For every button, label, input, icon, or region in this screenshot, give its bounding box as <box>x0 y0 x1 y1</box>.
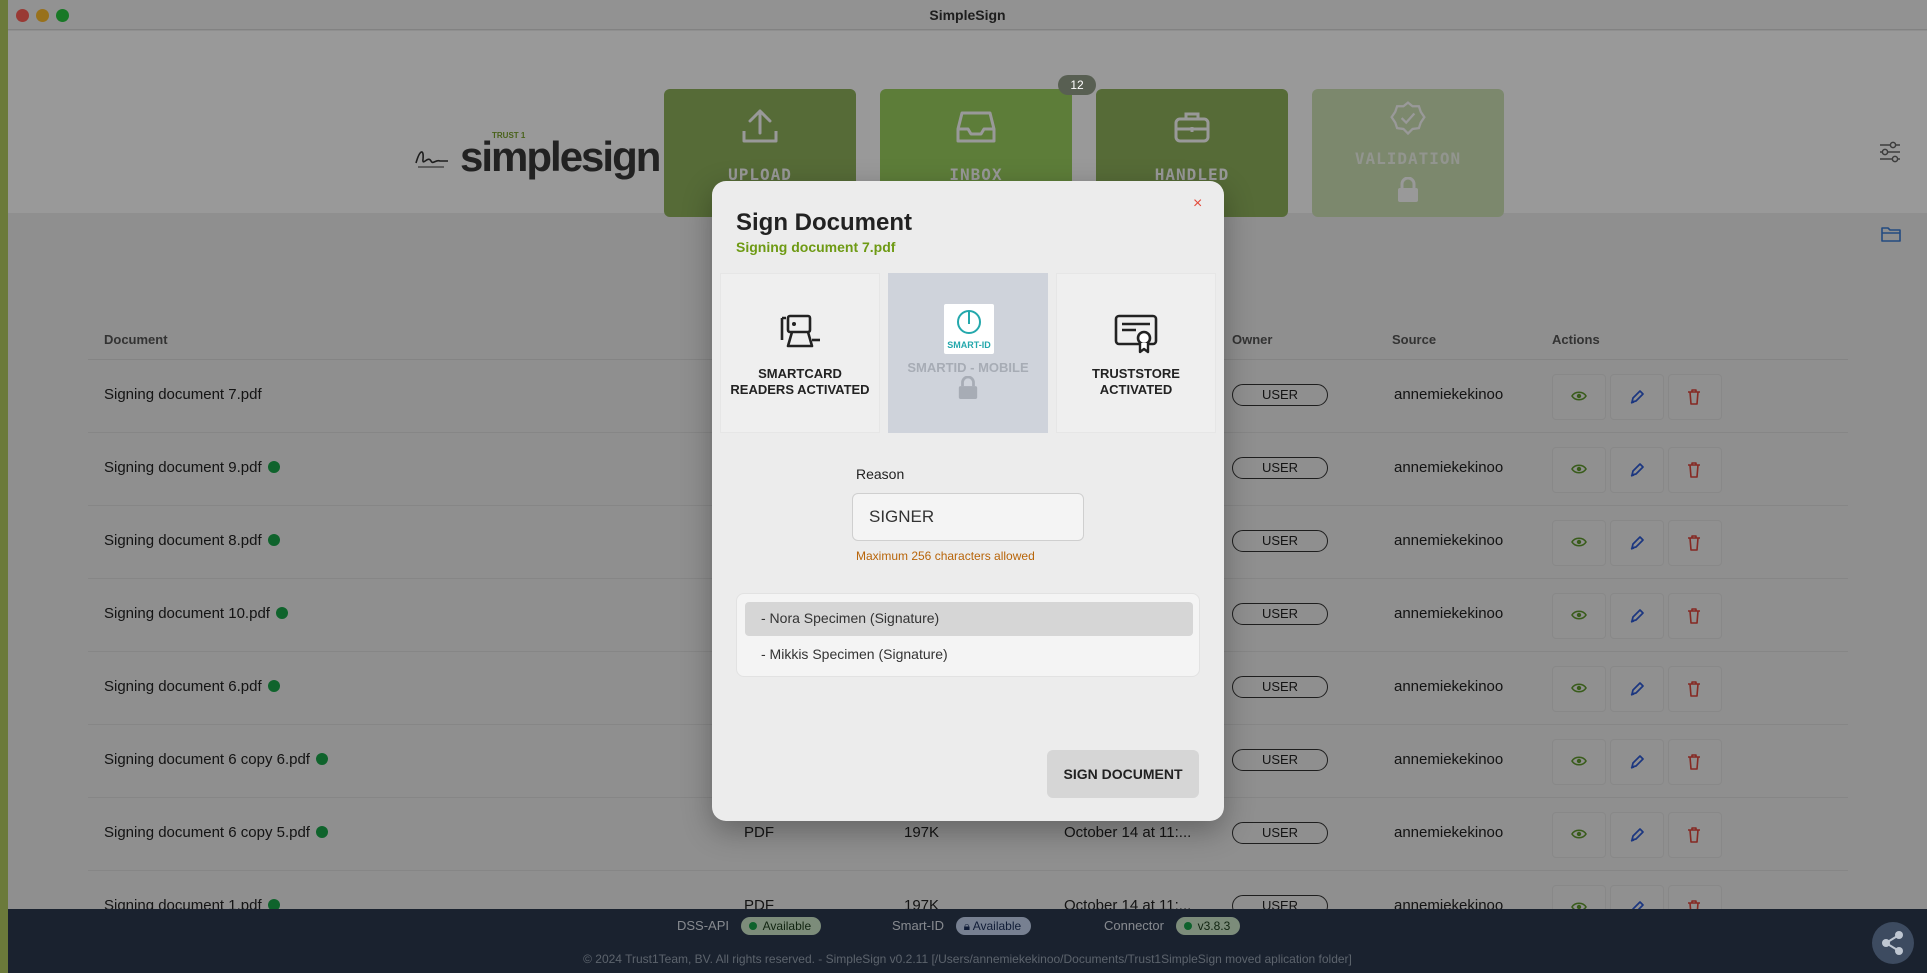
option-smartcard[interactable]: SMARTCARD READERS ACTIVATED <box>720 273 880 433</box>
certificate-icon <box>1057 312 1215 359</box>
share-icon <box>1882 931 1903 955</box>
smartcard-reader-icon <box>721 312 879 357</box>
share-button[interactable] <box>1872 922 1914 964</box>
reason-label: Reason <box>856 466 905 482</box>
option-smartcard-label: SMARTCARD READERS ACTIVATED <box>730 366 870 397</box>
close-icon[interactable]: × <box>1193 195 1202 213</box>
dialog-title: Sign Document <box>736 209 913 236</box>
smartid-logo: SMART-ID <box>944 304 994 354</box>
sign-document-button[interactable]: SIGN DOCUMENT <box>1047 750 1199 798</box>
reason-hint: Maximum 256 characters allowed <box>856 549 1035 563</box>
option-truststore-label: TRUSTSTORE ACTIVATED <box>1092 366 1180 397</box>
option-smartid[interactable]: SMART-ID SMARTID - MOBILE <box>888 273 1048 433</box>
sign-document-dialog: × Sign Document Signing document 7.pdf S… <box>712 181 1224 821</box>
reason-input[interactable] <box>852 493 1084 541</box>
certificate-item-mikkis[interactable]: - Mikkis Specimen (Signature) <box>745 638 1193 672</box>
option-smartid-label: SMARTID - MOBILE <box>907 360 1029 375</box>
lock-icon <box>889 375 1047 405</box>
certificate-list: - Nora Specimen (Signature) - Mikkis Spe… <box>736 593 1200 677</box>
option-truststore[interactable]: TRUSTSTORE ACTIVATED <box>1056 273 1216 433</box>
certificate-item-nora[interactable]: - Nora Specimen (Signature) <box>745 602 1193 636</box>
smartid-logo-icon <box>957 310 981 334</box>
dialog-subtitle: Signing document 7.pdf <box>736 239 896 255</box>
inbox-count-badge: 12 <box>1058 75 1096 95</box>
smartid-logo-text: SMART-ID <box>947 340 991 350</box>
